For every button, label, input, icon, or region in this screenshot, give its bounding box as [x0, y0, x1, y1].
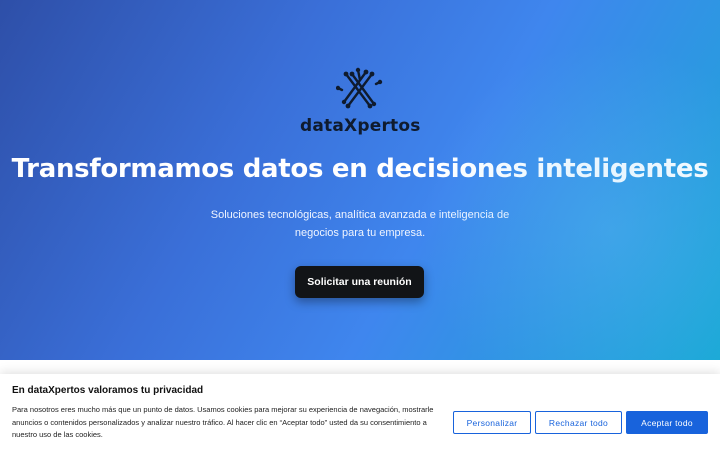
hero-subtitle: Soluciones tecnológicas, analítica avanz… — [210, 209, 510, 239]
accept-all-button[interactable]: Aceptar todo — [626, 411, 708, 434]
cookie-consent-banner: En dataXpertos valoramos tu privacidad P… — [0, 374, 720, 450]
request-meeting-button[interactable]: Solicitar una reunión — [295, 266, 424, 298]
cookie-banner-text: Para nosotros eres mucho más que un punt… — [12, 405, 434, 439]
brand-name: dataXpertos — [300, 116, 421, 136]
hero-headline: Transformamos datos en decisiones inteli… — [11, 154, 709, 184]
brand-logo[interactable]: dataXpertos — [300, 66, 420, 142]
hero-section: dataXpertos Transformamos datos en decis… — [0, 0, 720, 360]
reject-all-button[interactable]: Rechazar todo — [535, 411, 622, 434]
cookie-banner-title: En dataXpertos valoramos tu privacidad — [12, 385, 204, 396]
customize-cookies-button[interactable]: Personalizar — [453, 411, 531, 434]
circuit-x-icon — [336, 67, 383, 109]
